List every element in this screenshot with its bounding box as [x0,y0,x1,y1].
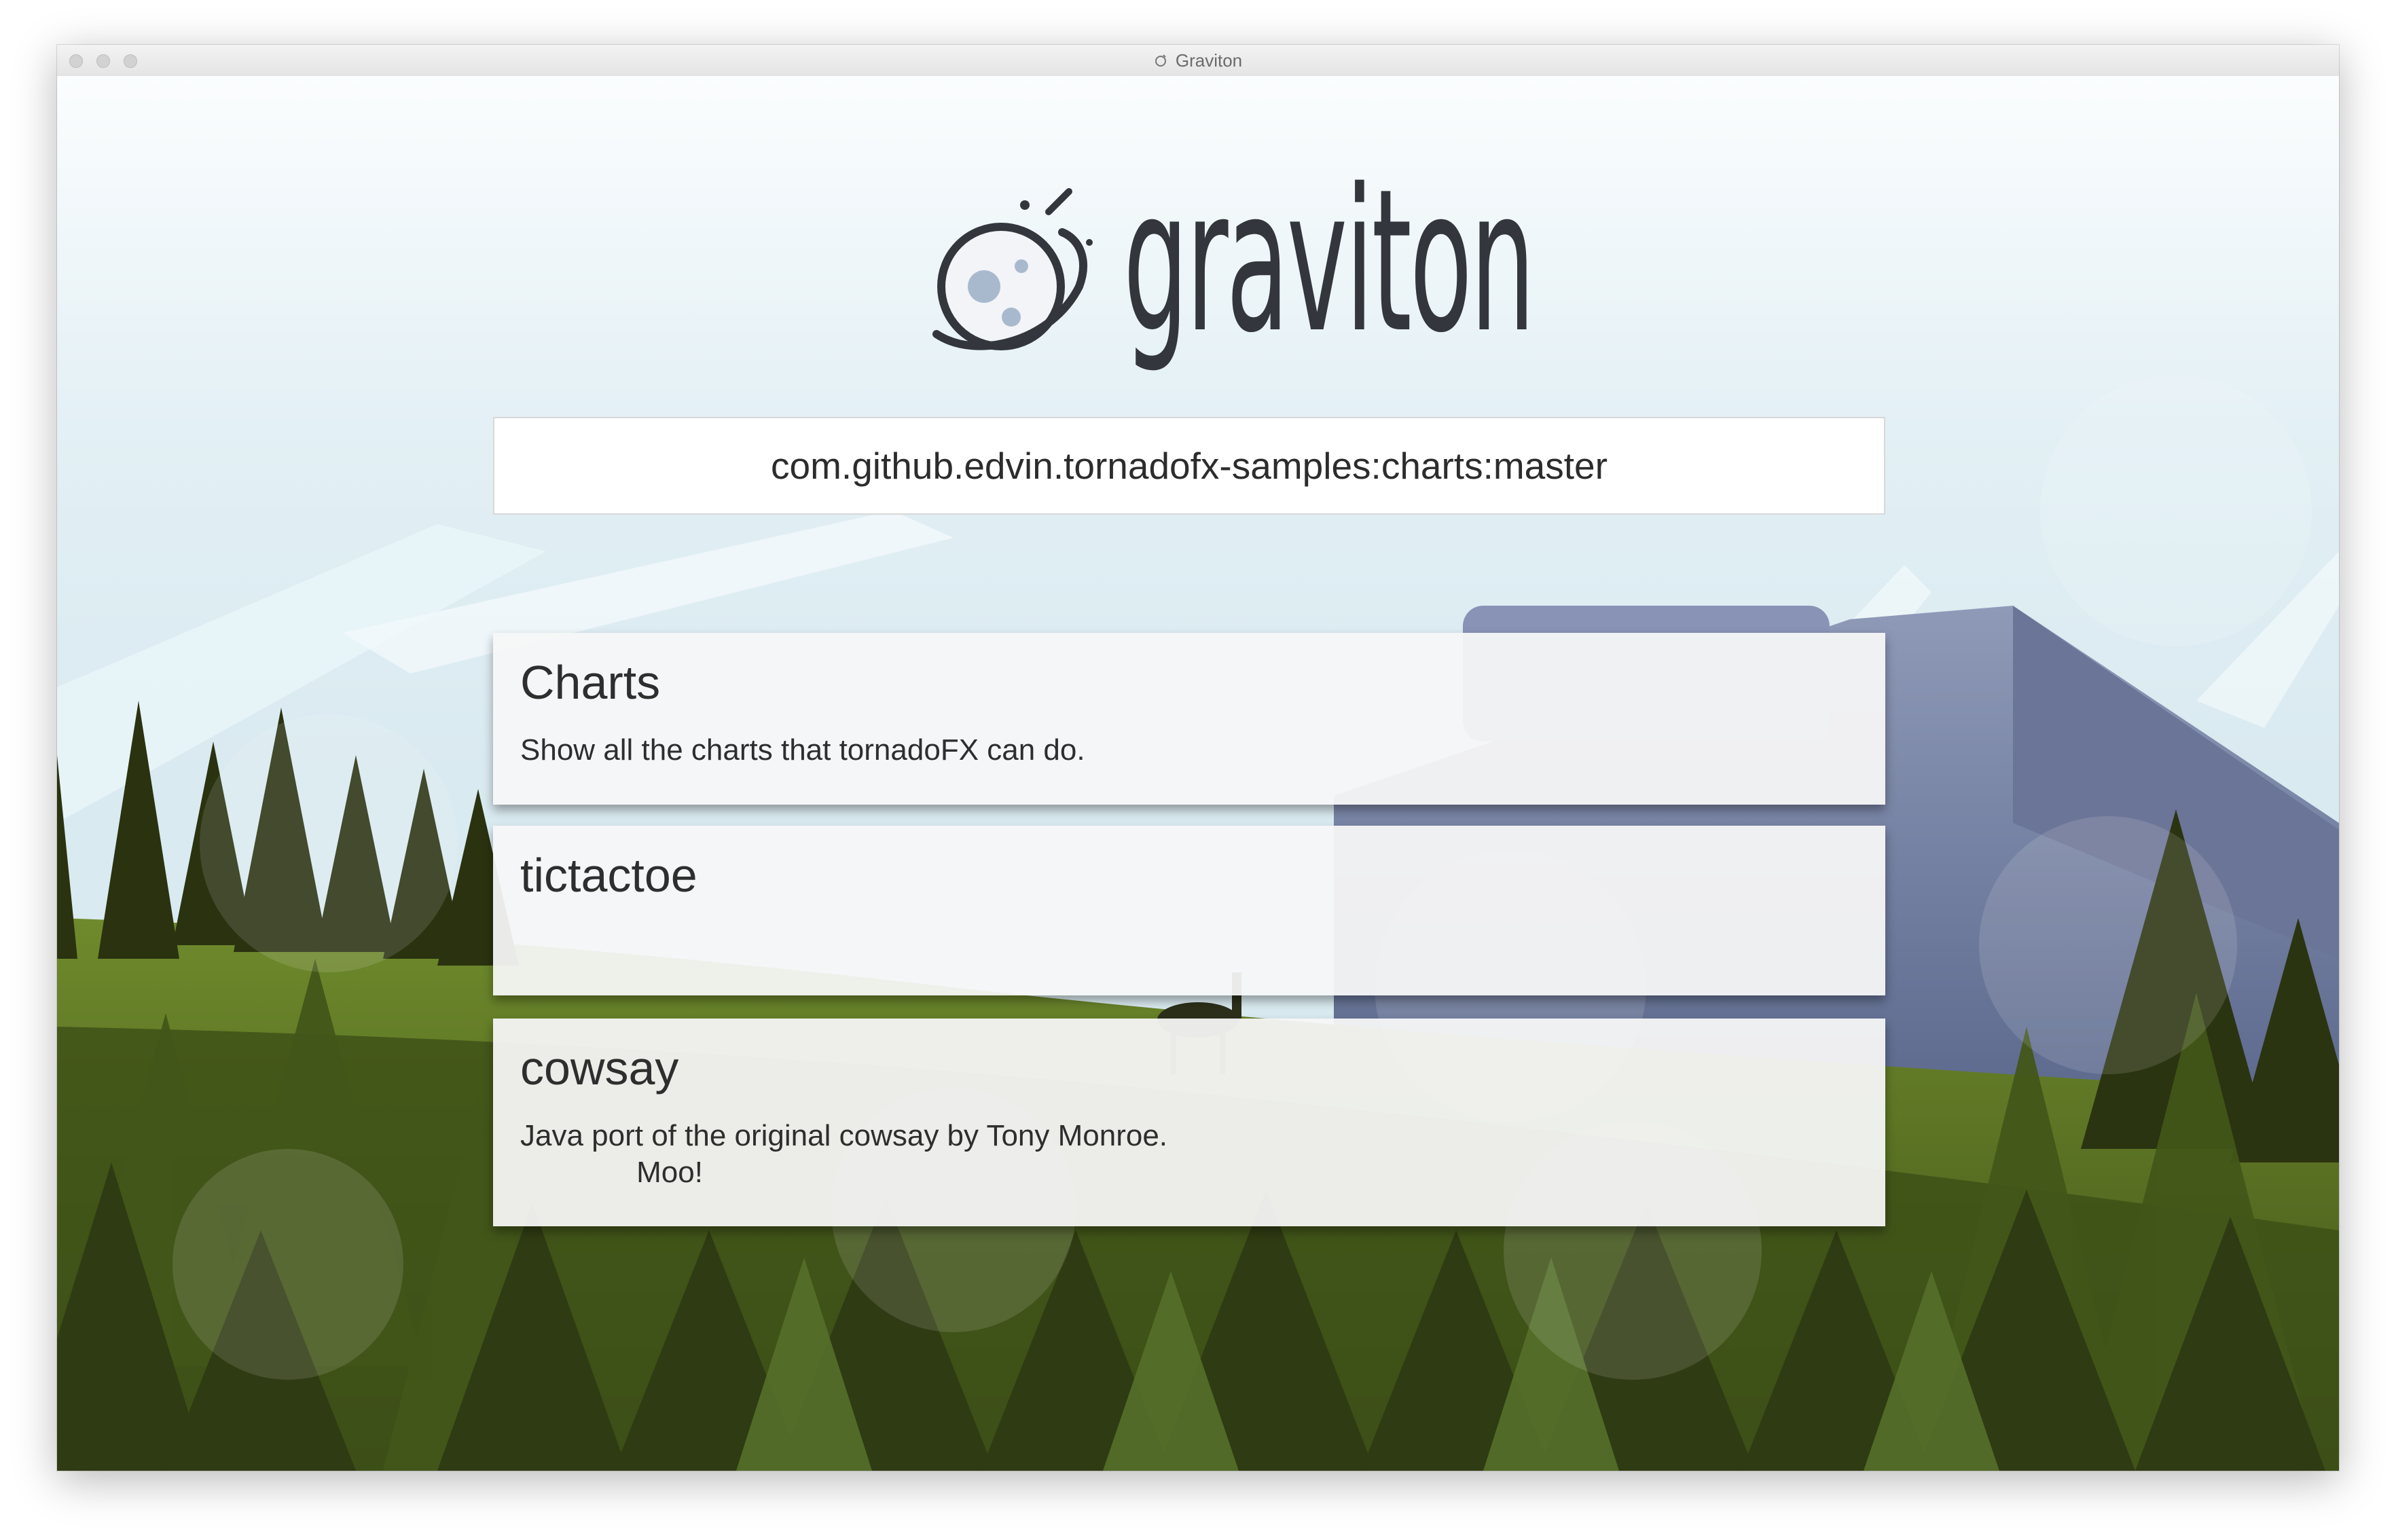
artifact-search-value: com.github.edvin.tornadofx-samples:chart… [771,445,1608,487]
artifact-search-input[interactable]: com.github.edvin.tornadofx-samples:chart… [493,417,1885,515]
app-card-tictactoe[interactable]: tictactoe [493,826,1885,995]
graviton-planet-icon [1155,54,1166,67]
graviton-logo: graviton [909,147,1602,405]
planet-ring-icon [932,188,1093,350]
app-card-description: Java port of the original cowsay by Tony… [520,1119,1168,1189]
app-card-title: Charts [520,656,661,709]
logo-text: graviton [1123,147,1535,376]
app-card-description: Show all the charts that tornadoFX can d… [520,733,1085,767]
app-card-charts[interactable]: Charts Show all the charts that tornadoF… [493,633,1885,805]
app-card-cowsay[interactable]: cowsay Java port of the original cowsay … [493,1019,1885,1226]
title-bar: Graviton [57,45,2339,77]
app-card-title: tictactoe [520,849,697,902]
app-card-title: cowsay [520,1042,679,1095]
window-title: Graviton [1175,50,1243,71]
app-window: Graviton graviton com.github.edvin.torna… [57,45,2339,1471]
window-title-group: Graviton [57,45,2339,76]
main-content: graviton com.github.edvin.tornadofx-samp… [57,76,2339,1471]
